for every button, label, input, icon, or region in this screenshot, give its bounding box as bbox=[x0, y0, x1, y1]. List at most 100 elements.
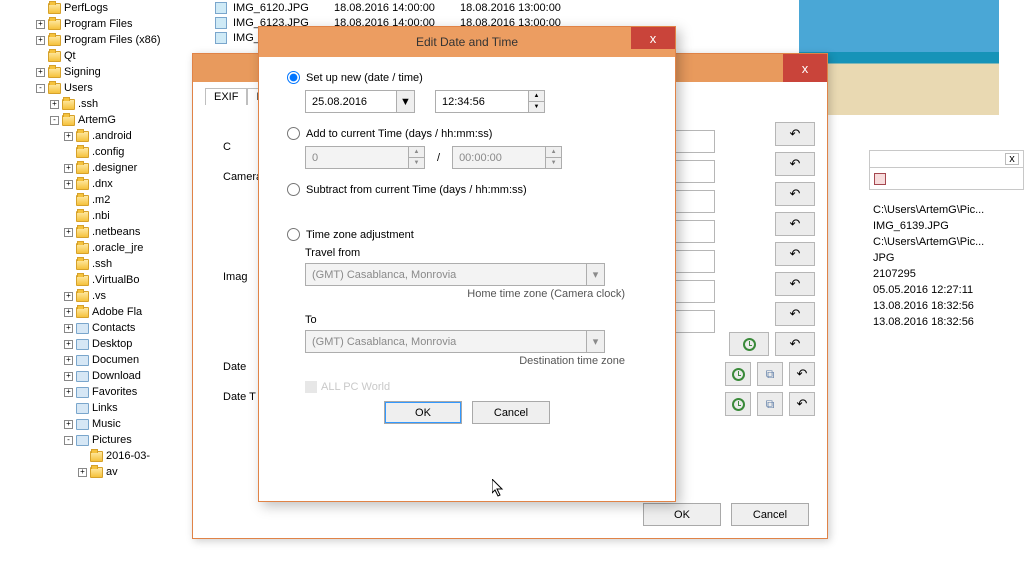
radio-subtract[interactable] bbox=[287, 183, 300, 196]
copy-button[interactable] bbox=[757, 392, 783, 416]
tree-item[interactable]: +.vs bbox=[8, 288, 208, 304]
text-input[interactable] bbox=[675, 190, 715, 213]
undo-button[interactable] bbox=[775, 152, 815, 176]
tree-item[interactable]: -Pictures bbox=[8, 432, 208, 448]
expand-icon[interactable]: + bbox=[64, 388, 73, 397]
text-input[interactable] bbox=[675, 130, 715, 153]
undo-button[interactable] bbox=[775, 302, 815, 326]
tree-item[interactable]: +.ssh bbox=[8, 96, 208, 112]
undo-button[interactable] bbox=[775, 242, 815, 266]
folder-icon bbox=[62, 99, 75, 110]
clock-button[interactable] bbox=[729, 332, 769, 356]
tree-item[interactable]: +Download bbox=[8, 368, 208, 384]
days-spinner[interactable]: 0 ▲▼ bbox=[305, 146, 425, 169]
expand-icon[interactable]: + bbox=[50, 100, 59, 109]
expand-icon[interactable]: + bbox=[64, 164, 73, 173]
tree-item[interactable]: +Documen bbox=[8, 352, 208, 368]
undo-button[interactable] bbox=[775, 332, 815, 356]
spin-up-icon[interactable]: ▲ bbox=[545, 147, 561, 158]
expand-icon[interactable]: + bbox=[36, 20, 45, 29]
time-spinner[interactable]: 12:34:56 ▲▼ bbox=[435, 90, 545, 113]
tree-item[interactable]: .config bbox=[8, 144, 208, 160]
spin-down-icon[interactable]: ▼ bbox=[545, 158, 561, 168]
text-input[interactable] bbox=[675, 220, 715, 243]
timezone-to-dropdown[interactable]: (GMT) Casablanca, Monrovia ▾ bbox=[305, 330, 605, 353]
expand-icon[interactable]: + bbox=[64, 340, 73, 349]
tree-item[interactable]: +Program Files bbox=[8, 16, 208, 32]
tree-item[interactable]: +Signing bbox=[8, 64, 208, 80]
cancel-button[interactable]: Cancel bbox=[472, 401, 550, 424]
tree-item[interactable]: +Program Files (x86) bbox=[8, 32, 208, 48]
close-icon[interactable]: x bbox=[1005, 153, 1019, 165]
tree-item[interactable]: .nbi bbox=[8, 208, 208, 224]
undo-button[interactable] bbox=[789, 392, 815, 416]
tree-item[interactable]: -ArtemG bbox=[8, 112, 208, 128]
tree-item[interactable]: .oracle_jre bbox=[8, 240, 208, 256]
tree-item[interactable]: +Adobe Fla bbox=[8, 304, 208, 320]
expand-icon[interactable]: + bbox=[36, 36, 45, 45]
radio-timezone[interactable] bbox=[287, 228, 300, 241]
tree-item[interactable]: +Favorites bbox=[8, 384, 208, 400]
collapse-icon[interactable]: - bbox=[50, 116, 59, 125]
tree-item[interactable]: +.android bbox=[8, 128, 208, 144]
ok-button[interactable]: OK bbox=[384, 401, 462, 424]
expand-icon[interactable]: + bbox=[64, 292, 73, 301]
tree-item[interactable]: +Music bbox=[8, 416, 208, 432]
clock-button[interactable] bbox=[725, 392, 751, 416]
undo-button[interactable] bbox=[775, 212, 815, 236]
tree-item[interactable]: +.netbeans bbox=[8, 224, 208, 240]
tree-item[interactable]: .ssh bbox=[8, 256, 208, 272]
undo-button[interactable] bbox=[789, 362, 815, 386]
tree-item[interactable]: PerfLogs bbox=[8, 0, 208, 16]
expand-icon[interactable]: + bbox=[64, 324, 73, 333]
tree-item[interactable]: .VirtualBo bbox=[8, 272, 208, 288]
tree-item[interactable]: +.designer bbox=[8, 160, 208, 176]
undo-button[interactable] bbox=[775, 122, 815, 146]
radio-set-new[interactable] bbox=[287, 71, 300, 84]
copy-button[interactable] bbox=[757, 362, 783, 386]
ok-button[interactable]: OK bbox=[643, 503, 721, 526]
expand-icon[interactable]: + bbox=[64, 180, 73, 189]
date-picker[interactable]: 25.08.2016 ▼ bbox=[305, 90, 415, 113]
clock-button[interactable] bbox=[725, 362, 751, 386]
tree-item[interactable]: 2016-03- bbox=[8, 448, 208, 464]
tree-item[interactable]: .m2 bbox=[8, 192, 208, 208]
spin-down-icon[interactable]: ▼ bbox=[528, 102, 544, 112]
folder-tree[interactable]: PerfLogs+Program Files+Program Files (x8… bbox=[8, 0, 208, 576]
expand-icon[interactable]: + bbox=[36, 68, 45, 77]
collapse-icon[interactable]: - bbox=[36, 84, 45, 93]
text-input[interactable] bbox=[675, 250, 715, 273]
folder-icon bbox=[76, 323, 89, 334]
cancel-button[interactable]: Cancel bbox=[731, 503, 809, 526]
text-input[interactable] bbox=[675, 280, 715, 303]
tab-exif[interactable]: EXIF bbox=[205, 88, 247, 105]
expand-icon[interactable]: + bbox=[64, 372, 73, 381]
expand-icon[interactable]: + bbox=[64, 132, 73, 141]
undo-button[interactable] bbox=[775, 182, 815, 206]
undo-button[interactable] bbox=[775, 272, 815, 296]
expand-icon[interactable]: + bbox=[64, 420, 73, 429]
tree-item[interactable]: +Desktop bbox=[8, 336, 208, 352]
radio-add[interactable] bbox=[287, 127, 300, 140]
spin-up-icon[interactable]: ▲ bbox=[408, 147, 424, 158]
tree-item[interactable]: Links bbox=[8, 400, 208, 416]
spin-up-icon[interactable]: ▲ bbox=[528, 91, 544, 102]
expand-icon[interactable]: + bbox=[64, 228, 73, 237]
expand-icon[interactable]: + bbox=[64, 308, 73, 317]
close-button[interactable]: x bbox=[783, 54, 827, 82]
timezone-from-dropdown[interactable]: (GMT) Casablanca, Monrovia ▾ bbox=[305, 263, 605, 286]
close-button[interactable]: x bbox=[631, 27, 675, 49]
expand-icon[interactable]: + bbox=[78, 468, 87, 477]
text-input[interactable] bbox=[675, 160, 715, 183]
expand-icon[interactable]: + bbox=[64, 356, 73, 365]
spin-down-icon[interactable]: ▼ bbox=[408, 158, 424, 168]
tree-item[interactable]: +av bbox=[8, 464, 208, 480]
hms-spinner[interactable]: 00:00:00 ▲▼ bbox=[452, 146, 562, 169]
collapse-icon[interactable]: - bbox=[64, 436, 73, 445]
tree-item[interactable]: +Contacts bbox=[8, 320, 208, 336]
tree-item[interactable]: Qt bbox=[8, 48, 208, 64]
tree-item[interactable]: -Users bbox=[8, 80, 208, 96]
dialog-titlebar[interactable]: Edit Date and Time x bbox=[259, 27, 675, 57]
tree-item[interactable]: +.dnx bbox=[8, 176, 208, 192]
text-input[interactable] bbox=[675, 310, 715, 333]
